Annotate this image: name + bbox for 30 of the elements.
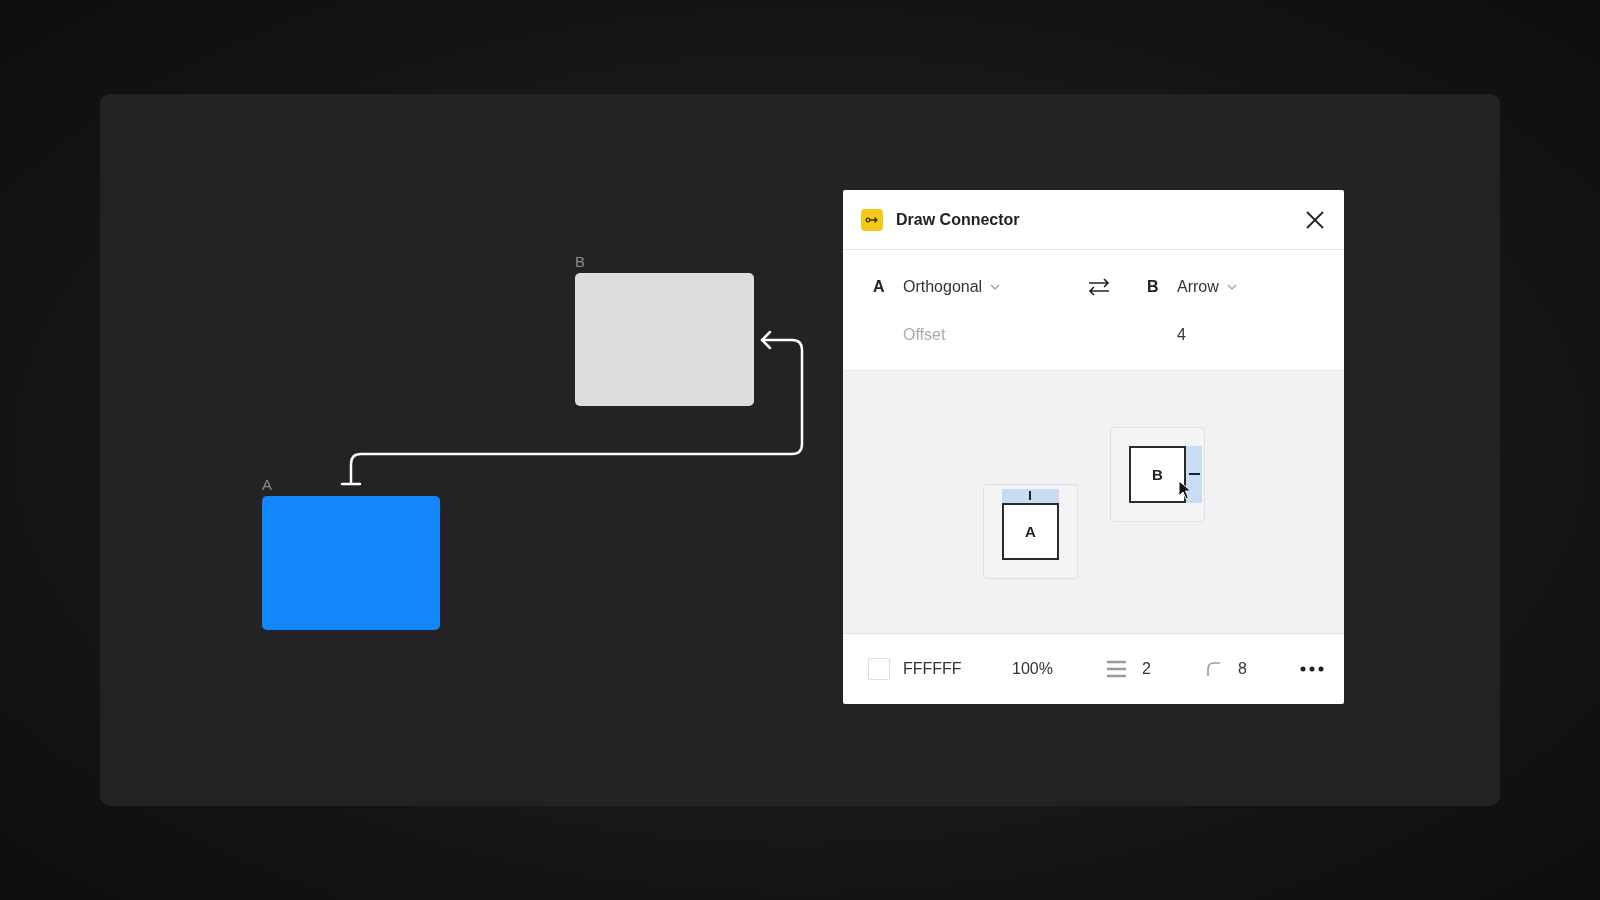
panel-title: Draw Connector [896, 210, 1021, 229]
swap-icon[interactable] [1087, 277, 1111, 297]
endpoint-node: B [1129, 446, 1186, 503]
connector-line[interactable] [340, 330, 804, 486]
more-icon[interactable] [1300, 666, 1324, 672]
shape-label: B [575, 253, 585, 271]
stroke-width-value[interactable]: 2 [1142, 660, 1207, 678]
color-swatch[interactable] [868, 658, 890, 680]
connector-app-icon [861, 208, 883, 231]
stroke-width-icon [1107, 660, 1126, 678]
attach-side-highlight[interactable] [1186, 446, 1202, 503]
start-style-dropdown[interactable]: Orthogonal [903, 278, 1001, 296]
corner-radius-icon [1207, 662, 1221, 676]
shape-label: A [262, 476, 272, 494]
caret-icon [1226, 284, 1237, 290]
end-style-dropdown[interactable]: Arrow [1177, 278, 1237, 296]
close-icon[interactable] [1306, 210, 1324, 229]
offset-value[interactable]: 4 [1177, 326, 1186, 344]
caret-icon [990, 284, 1001, 290]
offset-label: Offset [903, 326, 947, 344]
attach-side-highlight[interactable] [1002, 489, 1059, 503]
endpoint-label: A [873, 278, 886, 296]
endpoint-tile[interactable]: A [983, 484, 1078, 579]
corner-radius-value[interactable]: 8 [1238, 660, 1300, 678]
endpoint-node: A [1002, 503, 1059, 560]
opacity-value[interactable]: 100% [1012, 660, 1107, 678]
endpoint-tile[interactable]: B [1110, 427, 1205, 522]
endpoint-label: B [1147, 278, 1160, 296]
pointer-cursor-icon [1178, 480, 1192, 500]
color-hex-value[interactable]: FFFFFF [903, 660, 1012, 678]
